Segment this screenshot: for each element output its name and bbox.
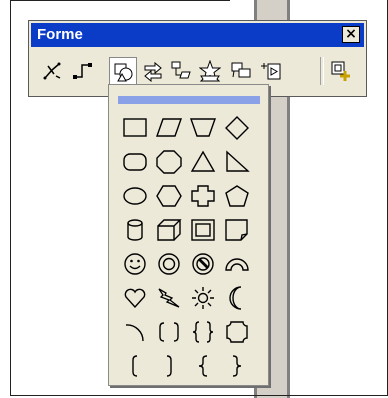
- rounded-rectangle-icon: [123, 153, 147, 171]
- cross-shape[interactable]: [189, 183, 217, 209]
- no-symbol-icon: [192, 253, 214, 275]
- flowchart-icon: [171, 61, 191, 79]
- cube-icon: [157, 219, 182, 241]
- elbow-connector-icon: [73, 63, 92, 79]
- double-bracket-icon: [159, 322, 179, 342]
- cube-shape[interactable]: [155, 217, 183, 243]
- palette-drag-bar[interactable]: [118, 96, 260, 104]
- pentagon-shape[interactable]: [223, 183, 251, 209]
- smiley-face-shape[interactable]: [121, 251, 149, 277]
- double-brace-shape[interactable]: [189, 319, 217, 345]
- triangle-shape[interactable]: [189, 149, 217, 175]
- double-brace-icon: [192, 321, 214, 343]
- toolbar-separator: [320, 57, 324, 85]
- elbow-connector-button[interactable]: [69, 57, 97, 85]
- close-button[interactable]: ×: [342, 26, 360, 43]
- action-buttons-icon: [261, 63, 281, 80]
- left-bracket-icon: [132, 355, 138, 377]
- callouts-button[interactable]: [227, 57, 255, 85]
- parallelogram-icon: [156, 118, 182, 137]
- left-bracket-shape[interactable]: [121, 353, 149, 379]
- trapezoid-icon: [190, 118, 216, 137]
- close-icon: ×: [345, 26, 357, 42]
- block-arc-shape[interactable]: [223, 251, 251, 277]
- action-buttons-button[interactable]: [257, 57, 285, 85]
- basic-shapes-button[interactable]: [109, 57, 137, 85]
- bevel-icon: [191, 219, 215, 241]
- octagon-icon: [156, 150, 182, 174]
- diamond-icon: [225, 116, 249, 140]
- plaque-icon: [226, 321, 248, 343]
- folded-corner-shape[interactable]: [223, 217, 251, 243]
- moon-shape[interactable]: [223, 285, 251, 311]
- flowchart-button[interactable]: [167, 57, 195, 85]
- folded-corner-icon: [225, 219, 248, 241]
- stars-banners-icon: [199, 60, 221, 82]
- can-icon: [127, 219, 143, 241]
- connectors-button[interactable]: [39, 57, 67, 85]
- double-bracket-shape[interactable]: [155, 319, 183, 345]
- hexagon-icon: [156, 185, 182, 207]
- bevel-shape[interactable]: [189, 217, 217, 243]
- plaque-shape[interactable]: [223, 319, 251, 345]
- connectors-icon: [43, 62, 61, 80]
- oval-icon: [123, 187, 147, 205]
- arc-shape[interactable]: [121, 319, 149, 345]
- block-arrows-icon: [144, 61, 162, 82]
- lightning-bolt-shape[interactable]: [155, 285, 183, 311]
- triangle-icon: [190, 150, 216, 172]
- lightning-bolt-icon: [158, 288, 180, 308]
- pentagon-icon: [225, 185, 249, 207]
- octagon-shape[interactable]: [155, 149, 183, 175]
- right-bracket-shape[interactable]: [155, 353, 183, 379]
- parallelogram-shape[interactable]: [155, 115, 183, 141]
- right-bracket-icon: [166, 355, 172, 377]
- block-arc-icon: [225, 258, 249, 271]
- cross-icon: [191, 185, 215, 207]
- basic-shapes-palette: [108, 84, 269, 386]
- background-line: [10, 0, 230, 1]
- moon-icon: [229, 286, 242, 310]
- background-line: [10, 0, 11, 396]
- more-shapes-button[interactable]: [327, 57, 355, 85]
- rectangle-icon: [123, 118, 147, 137]
- block-arrows-button[interactable]: [139, 57, 167, 85]
- heart-shape[interactable]: [121, 285, 149, 311]
- basic-shapes-icon: [114, 63, 133, 82]
- oval-shape[interactable]: [121, 183, 149, 209]
- trapezoid-shape[interactable]: [189, 115, 217, 141]
- right-brace-icon: [232, 355, 242, 377]
- rounded-rectangle-shape[interactable]: [121, 149, 149, 175]
- callouts-icon: [231, 62, 251, 78]
- no-symbol-shape[interactable]: [189, 251, 217, 277]
- stars-banners-button[interactable]: [196, 57, 224, 85]
- donut-shape[interactable]: [155, 251, 183, 277]
- arc-icon: [125, 324, 144, 342]
- smiley-face-icon: [124, 253, 146, 275]
- sun-shape[interactable]: [189, 285, 217, 311]
- window-title: Forme: [37, 26, 83, 43]
- more-shapes-icon: [331, 61, 350, 81]
- sun-icon: [192, 287, 214, 309]
- hexagon-shape[interactable]: [155, 183, 183, 209]
- left-brace-icon: [198, 355, 208, 377]
- right-triangle-icon: [226, 150, 250, 172]
- donut-icon: [158, 253, 180, 275]
- can-shape[interactable]: [121, 217, 149, 243]
- right-brace-shape[interactable]: [223, 353, 251, 379]
- heart-icon: [124, 288, 146, 309]
- right-triangle-shape[interactable]: [223, 149, 251, 175]
- diamond-shape[interactable]: [223, 115, 251, 141]
- background-line: [10, 395, 388, 396]
- title-bar[interactable]: Forme ×: [31, 23, 364, 47]
- left-brace-shape[interactable]: [189, 353, 217, 379]
- rectangle-shape[interactable]: [121, 115, 149, 141]
